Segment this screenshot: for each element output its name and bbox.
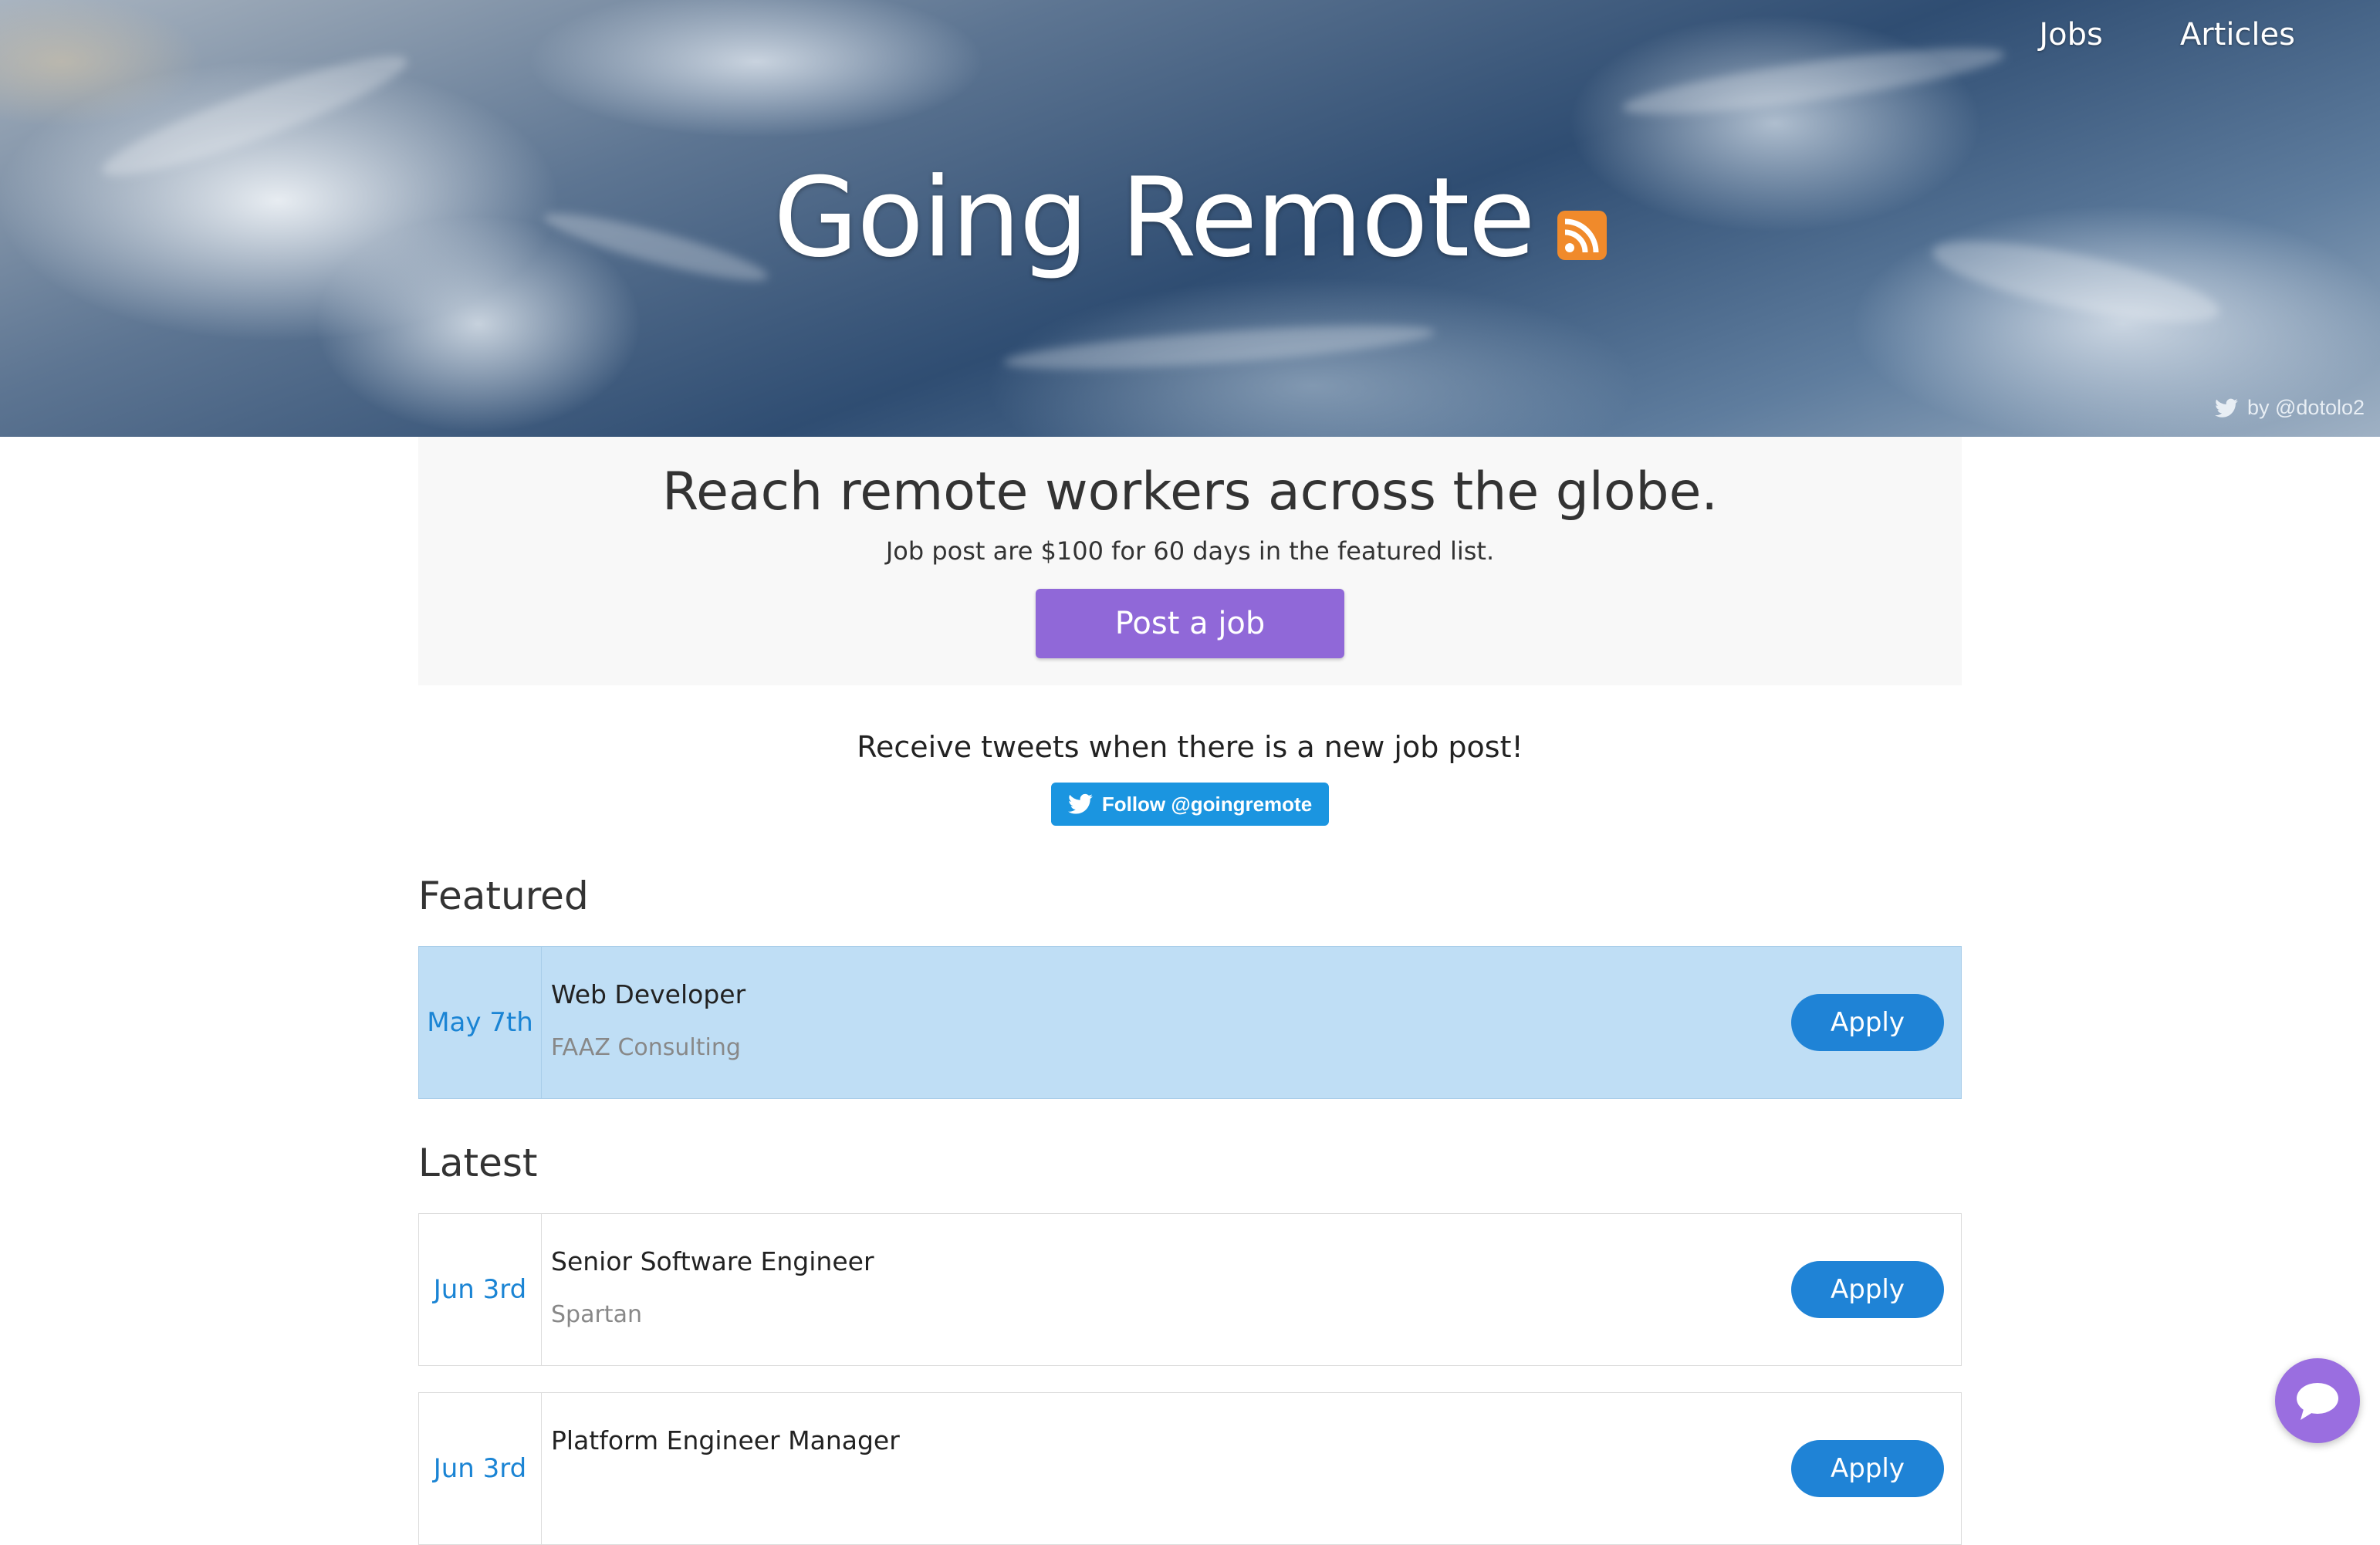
tweet-signup-text: Receive tweets when there is a new job p… [857, 730, 1523, 764]
job-title[interactable]: Platform Engineer Manager [551, 1425, 1961, 1455]
job-row[interactable]: Jun 3rd Platform Engineer Manager Apply [418, 1392, 1962, 1545]
apply-button[interactable]: Apply [1791, 1261, 1944, 1318]
promo-subtext: Job post are $100 for 60 days in the fea… [885, 536, 1495, 566]
twitter-icon [2214, 398, 2238, 418]
hero-banner: Jobs Articles Going Remote by @dotolo2 [0, 0, 2380, 437]
follow-twitter-button[interactable]: Follow @goingremote [1050, 783, 1330, 826]
job-date: Jun 3rd [419, 1214, 542, 1365]
promo-panel: Reach remote workers across the globe. J… [418, 437, 1962, 685]
tweet-signup: Receive tweets when there is a new job p… [418, 730, 1962, 826]
latest-heading: Latest [418, 1141, 538, 1185]
job-company: FAAZ Consulting [551, 1034, 741, 1061]
follow-button-label: Follow @goingremote [1101, 792, 1313, 816]
job-date: Jun 3rd [419, 1393, 542, 1544]
site-title: Going Remote [773, 154, 1536, 282]
apply-button[interactable]: Apply [1791, 994, 1944, 1051]
job-title[interactable]: Web Developer [551, 979, 1961, 1009]
promo-heading: Reach remote workers across the globe. [661, 461, 1719, 522]
job-row[interactable]: Jun 3rd Senior Software Engineer Spartan… [418, 1213, 1962, 1366]
twitter-icon [1067, 793, 1093, 814]
credit-label: by @dotolo2 [2246, 396, 2365, 419]
post-job-button[interactable]: Post a job [1036, 589, 1344, 658]
top-nav: Jobs Articles [2039, 17, 2295, 52]
photo-credit[interactable]: by @dotolo2 [2214, 396, 2365, 420]
featured-heading: Featured [418, 874, 589, 918]
apply-button[interactable]: Apply [1791, 1440, 1944, 1497]
nav-articles-link[interactable]: Articles [2180, 17, 2295, 52]
featured-job-row[interactable]: May 7th Web Developer FAAZ Consulting Ap… [418, 946, 1962, 1099]
job-company: Spartan [551, 1301, 642, 1328]
site-title-group: Going Remote [0, 154, 2380, 282]
job-title[interactable]: Senior Software Engineer [551, 1246, 1961, 1276]
nav-jobs-link[interactable]: Jobs [2039, 17, 2103, 52]
rss-icon[interactable] [1557, 210, 1607, 260]
chat-button[interactable] [2275, 1358, 2360, 1443]
chat-icon [2297, 1383, 2338, 1420]
job-date: May 7th [419, 947, 542, 1098]
